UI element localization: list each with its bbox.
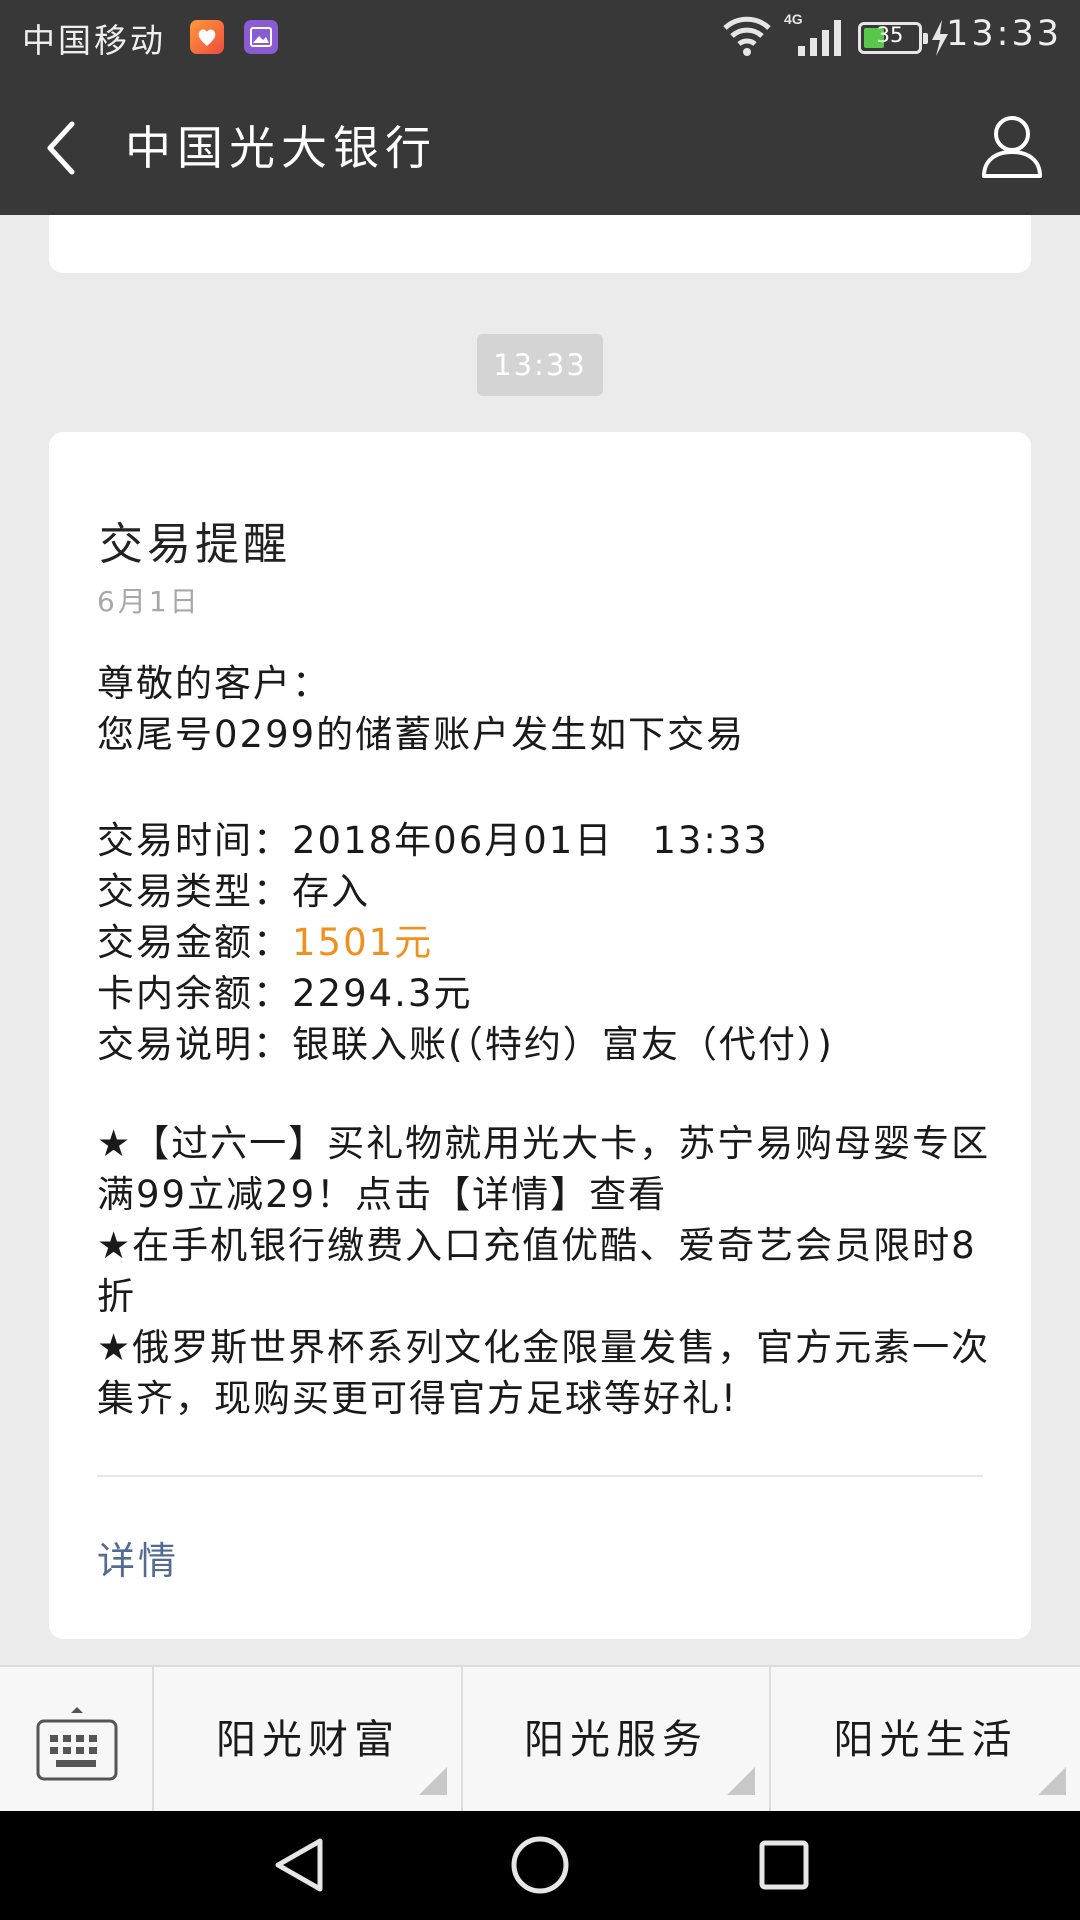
detail-row-type: 交易类型：存入 xyxy=(97,866,1027,917)
network-type: 4G xyxy=(784,12,803,27)
transaction-details: 交易时间：2018年06月01日 13:33 交易类型：存入 交易金额：1501… xyxy=(97,815,1027,1070)
nav-back-icon[interactable] xyxy=(268,1833,332,1897)
profile-icon xyxy=(982,116,1042,178)
submenu-indicator-icon xyxy=(419,1767,447,1795)
message-greeting-block: 尊敬的客户： 您尾号0299的储蓄账户发生如下交易 xyxy=(97,658,1027,760)
signal-icon: 4G xyxy=(784,12,841,56)
wifi-icon xyxy=(723,16,771,56)
message-date: 6月1日 xyxy=(97,585,201,618)
intro-line: 您尾号0299的储蓄账户发生如下交易 xyxy=(97,713,746,756)
detail-label: 交易说明： xyxy=(97,1023,292,1066)
promo-item: ★在手机银行缴费入口充值优酷、爱奇艺会员限时8折 xyxy=(97,1224,977,1318)
message-title: 交易提醒 xyxy=(99,519,291,570)
message-timestamp: 13:33 xyxy=(477,334,603,396)
menu-item-life[interactable]: 阳光生活 xyxy=(771,1667,1080,1813)
page-title: 中国光大银行 xyxy=(125,121,437,175)
menu-item-label: 阳光服务 xyxy=(524,1717,708,1763)
nav-home-icon[interactable] xyxy=(508,1833,572,1897)
promotion-list: ★【过六一】买礼物就用光大卡，苏宁易购母婴专区满99立减29！点击【详情】查看 … xyxy=(97,1118,997,1424)
previous-message-card xyxy=(49,215,1031,273)
bottom-menu: 阳光财富 阳光服务 阳光生活 xyxy=(0,1665,1080,1813)
promo-item: ★俄罗斯世界杯系列文化金限量发售，官方元素一次集齐，现购买更可得官方足球等好礼! xyxy=(97,1326,991,1420)
promo-item: ★【过六一】买礼物就用光大卡，苏宁易购母婴专区满99立减29！点击【详情】查看 xyxy=(97,1122,991,1216)
title-bar: 中国光大银行 xyxy=(0,80,1080,215)
amount-value: 1501元 xyxy=(292,921,434,964)
detail-value: 2294.3元 xyxy=(292,972,473,1015)
card-divider xyxy=(97,1475,983,1477)
keyboard-icon xyxy=(36,1707,118,1781)
profile-button[interactable] xyxy=(972,108,1052,188)
status-bar: 中国移动 4G 35 13:33 xyxy=(0,0,1080,80)
back-button[interactable] xyxy=(22,110,98,186)
detail-label: 交易类型： xyxy=(97,870,292,913)
detail-row-description: 交易说明：银联入账(（特约）富友（代付）) xyxy=(97,1019,1027,1070)
keyboard-toggle-button[interactable] xyxy=(0,1667,154,1813)
gallery-app-icon xyxy=(244,20,278,54)
detail-row-amount: 交易金额：1501元 xyxy=(97,917,1027,968)
submenu-indicator-icon xyxy=(1038,1767,1066,1795)
menu-item-label: 阳光生活 xyxy=(833,1717,1018,1763)
menu-item-label: 阳光财富 xyxy=(216,1717,400,1763)
system-navigation-bar xyxy=(0,1811,1080,1920)
back-arrow-icon xyxy=(47,121,75,175)
status-clock: 13:33 xyxy=(946,14,1062,54)
detail-value: 2018年06月01日 13:33 xyxy=(292,819,769,862)
detail-label: 交易金额： xyxy=(97,921,292,964)
detail-row-time: 交易时间：2018年06月01日 13:33 xyxy=(97,815,1027,866)
transaction-message-card[interactable]: 交易提醒 6月1日 尊敬的客户： 您尾号0299的储蓄账户发生如下交易 交易时间… xyxy=(49,432,1031,1639)
greeting-line: 尊敬的客户： xyxy=(97,662,331,705)
carrier-name: 中国移动 xyxy=(22,21,166,60)
detail-label: 交易时间： xyxy=(97,819,292,862)
menu-item-service[interactable]: 阳光服务 xyxy=(463,1667,771,1813)
detail-row-balance: 卡内余额：2294.3元 xyxy=(97,968,1027,1019)
battery-level: 35 xyxy=(876,23,904,47)
nav-recents-icon[interactable] xyxy=(752,1833,816,1897)
health-app-icon xyxy=(190,20,224,54)
details-link[interactable]: 详情 xyxy=(97,1530,179,1585)
detail-value: 银联入账(（特约）富友（代付）) xyxy=(292,1023,834,1066)
menu-item-wealth[interactable]: 阳光财富 xyxy=(155,1667,463,1813)
detail-value: 存入 xyxy=(292,870,370,913)
detail-label: 卡内余额： xyxy=(97,972,292,1015)
submenu-indicator-icon xyxy=(727,1767,755,1795)
battery-icon: 35 xyxy=(858,22,928,54)
